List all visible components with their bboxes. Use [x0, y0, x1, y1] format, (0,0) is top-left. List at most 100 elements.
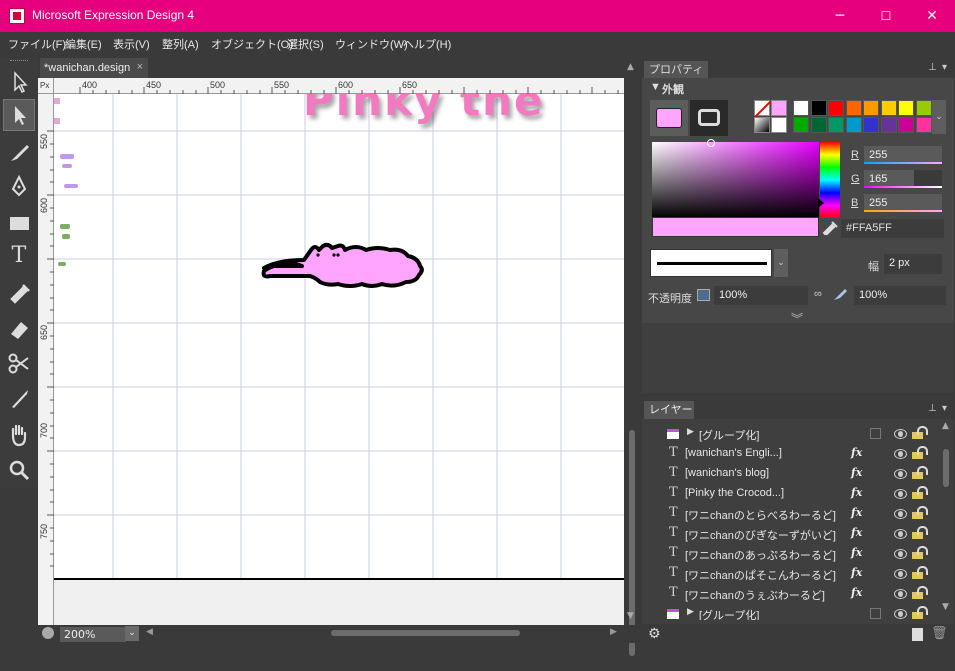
opacity-field-secondary[interactable]: 100% [854, 286, 946, 305]
lock-icon[interactable] [912, 606, 928, 619]
color-picker-handle[interactable] [707, 139, 715, 147]
palette-swatch[interactable] [793, 100, 809, 116]
palette-swatch[interactable] [845, 100, 862, 116]
eyedropper-picker-icon[interactable] [822, 219, 838, 237]
recent-color-swatch[interactable] [771, 100, 787, 116]
visibility-eye-icon[interactable] [894, 529, 907, 539]
lock-icon[interactable] [912, 566, 928, 579]
canvas-vertical-scrollbar[interactable]: ▲ ▼ [625, 58, 639, 656]
hscroll-thumb[interactable] [331, 630, 520, 636]
palette-swatch[interactable] [863, 117, 879, 133]
layer-target-box[interactable] [870, 428, 881, 439]
scissors-icon[interactable] [3, 347, 35, 379]
brush-opacity-icon[interactable] [833, 289, 847, 301]
opacity-field[interactable]: 100% [714, 286, 808, 305]
horizontal-ruler[interactable]: Px 400 450 500 550 600 650 [38, 78, 624, 94]
palette-swatch[interactable] [880, 100, 897, 116]
width-field[interactable]: 2 px [884, 254, 942, 274]
saturation-value-picker[interactable] [652, 139, 819, 218]
layers-scroll-up-icon[interactable]: ▲ [942, 421, 949, 431]
palette-swatch[interactable] [828, 117, 844, 133]
b-field[interactable]: 255 [864, 194, 942, 212]
ruler-corner[interactable]: Px [38, 78, 54, 94]
menu-select[interactable]: 選択(S) [287, 36, 324, 52]
link-icon[interactable]: ∞ [814, 288, 822, 300]
menu-edit[interactable]: 編集(E) [65, 36, 102, 52]
stroke-style-picker[interactable] [650, 249, 772, 277]
document-tab[interactable]: *wanichan.design × [40, 58, 148, 78]
opacity-mask-icon[interactable] [697, 289, 710, 301]
visibility-eye-icon[interactable] [894, 609, 907, 619]
palette-swatch[interactable] [915, 117, 932, 133]
layer-text-row[interactable]: T [wanichan's blog] fx [642, 464, 938, 484]
effects-fx-icon[interactable]: fx [851, 546, 862, 559]
visibility-eye-icon[interactable] [894, 449, 907, 459]
expand-group-icon[interactable]: ▶ [687, 607, 694, 617]
rectangle-icon[interactable] [3, 207, 35, 239]
layers-tab[interactable]: レイヤー(L) [644, 401, 694, 434]
toolbox-grip[interactable] [10, 60, 28, 62]
zoom-dropdown-icon[interactable]: ⌄ [125, 626, 139, 641]
eraser-icon[interactable] [3, 312, 35, 344]
selection-arrow-icon[interactable] [3, 66, 35, 98]
stroke-dropdown-icon[interactable]: ⌄ [774, 249, 788, 277]
layer-text-row[interactable]: T [ワニchanのとらべるわーるど] fx [642, 504, 938, 524]
section-collapse-icon[interactable]: ▼ [650, 81, 661, 93]
direct-selection-icon[interactable] [3, 99, 35, 131]
menu-object[interactable]: オブジェクト(O) [211, 36, 293, 52]
zoom-magnifier-icon[interactable] [3, 454, 35, 486]
visibility-eye-icon[interactable] [894, 589, 907, 599]
view-options-icon[interactable] [42, 627, 54, 639]
text-tool-icon[interactable]: T [3, 240, 35, 272]
lock-icon[interactable] [912, 466, 928, 479]
effects-fx-icon[interactable]: fx [851, 466, 862, 479]
eyedropper-icon[interactable] [3, 275, 35, 307]
lock-icon[interactable] [912, 486, 928, 499]
effects-fx-icon[interactable]: fx [851, 486, 862, 499]
properties-tab[interactable]: プロパティ(P) [644, 61, 708, 93]
visibility-eye-icon[interactable] [894, 469, 907, 479]
pen-icon[interactable] [3, 171, 35, 203]
close-tab-icon[interactable]: × [137, 61, 143, 73]
effects-fx-icon[interactable]: fx [851, 446, 862, 459]
effects-fx-icon[interactable]: fx [851, 566, 862, 579]
palette-swatch[interactable] [915, 100, 932, 116]
r-field[interactable]: 255 [864, 146, 942, 164]
panel-menu-icon[interactable]: ▾ [942, 62, 947, 73]
layer-options-gear-icon[interactable]: ⚙ [648, 626, 661, 642]
visibility-eye-icon[interactable] [894, 569, 907, 579]
lock-icon[interactable] [912, 586, 928, 599]
no-color-swatch[interactable] [754, 100, 771, 117]
palette-swatch[interactable] [810, 117, 827, 133]
minimize-button[interactable]: ─ [817, 0, 863, 32]
scroll-down-icon[interactable]: ▼ [627, 611, 634, 621]
palette-swatch[interactable] [880, 117, 897, 133]
palette-swatch[interactable] [898, 117, 914, 133]
layers-menu-icon[interactable]: ▾ [942, 403, 947, 414]
hand-pan-icon[interactable] [3, 419, 35, 451]
effects-fx-icon[interactable]: fx [851, 526, 862, 539]
visibility-eye-icon[interactable] [894, 509, 907, 519]
vertical-ruler[interactable]: 550 600 650 700 750 [38, 94, 54, 625]
lock-icon[interactable] [912, 526, 928, 539]
palette-swatch[interactable] [810, 100, 827, 116]
palette-dropdown-icon[interactable]: ⌄ [932, 100, 946, 134]
layer-text-row[interactable]: T [ワニchanのびぎなーずがいど] fx [642, 524, 938, 544]
layer-text-row[interactable]: T [wanichan's Engli...] fx [642, 444, 938, 464]
zoom-field[interactable]: 200% [60, 627, 126, 642]
hue-slider[interactable] [818, 142, 840, 218]
lock-icon[interactable] [912, 546, 928, 559]
close-button[interactable]: ✕ [909, 0, 955, 32]
layers-scroll-thumb[interactable] [943, 449, 949, 487]
palette-swatch[interactable] [793, 117, 809, 133]
menu-window[interactable]: ウィンドウ(W) [335, 36, 408, 52]
pin-icon[interactable]: ⊥ [928, 62, 937, 73]
menu-help[interactable]: ヘルプ(H) [403, 36, 451, 52]
delete-layer-trash-icon[interactable]: 🗑 [931, 626, 948, 641]
hue-slider-arrow-icon[interactable] [818, 198, 824, 208]
layer-text-row[interactable]: T [ワニchanのぱそこんわーるど] fx [642, 564, 938, 584]
layer-group-row[interactable]: ▶ [グループ化] [642, 604, 938, 620]
visibility-eye-icon[interactable] [894, 489, 907, 499]
artboard-canvas[interactable]: Pinky the [38, 78, 624, 625]
layer-text-row[interactable]: T [ワニchanのうぇぶわーるど] fx [642, 584, 938, 604]
